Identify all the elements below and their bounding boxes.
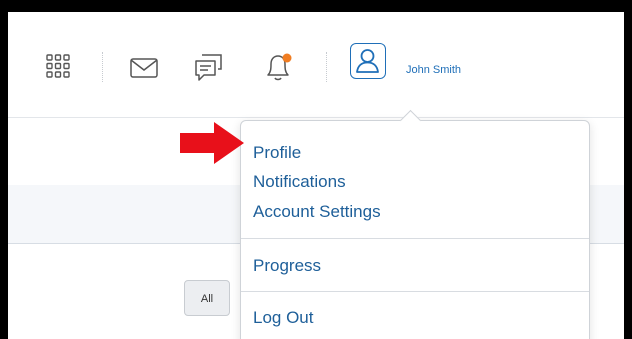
top-navbar: John Smith <box>8 12 624 118</box>
menu-item-account-settings[interactable]: Account Settings <box>253 202 381 222</box>
filter-all-button[interactable]: All <box>184 280 230 316</box>
menu-divider <box>241 238 589 239</box>
mail-icon[interactable] <box>130 58 158 78</box>
menu-item-progress[interactable]: Progress <box>253 256 321 276</box>
user-menu-button[interactable] <box>350 43 386 79</box>
menu-divider <box>241 291 589 292</box>
navbar-separator <box>102 52 103 82</box>
red-arrow-annotation <box>180 122 244 164</box>
user-dropdown-menu: Profile Notifications Account Settings P… <box>240 120 590 339</box>
chat-icon[interactable] <box>194 52 224 82</box>
navbar-separator <box>326 52 327 82</box>
bell-icon[interactable] <box>261 50 295 84</box>
apps-grid-icon[interactable] <box>46 54 70 78</box>
user-name[interactable]: John Smith <box>406 64 461 76</box>
screen: John Smith All Profile Notifications Acc… <box>8 12 624 339</box>
menu-item-profile[interactable]: Profile <box>253 143 301 163</box>
avatar[interactable] <box>350 43 386 79</box>
menu-item-notifications[interactable]: Notifications <box>253 172 346 192</box>
notification-dot <box>282 53 292 63</box>
menu-item-log-out[interactable]: Log Out <box>253 308 314 328</box>
user-icon <box>356 49 379 73</box>
